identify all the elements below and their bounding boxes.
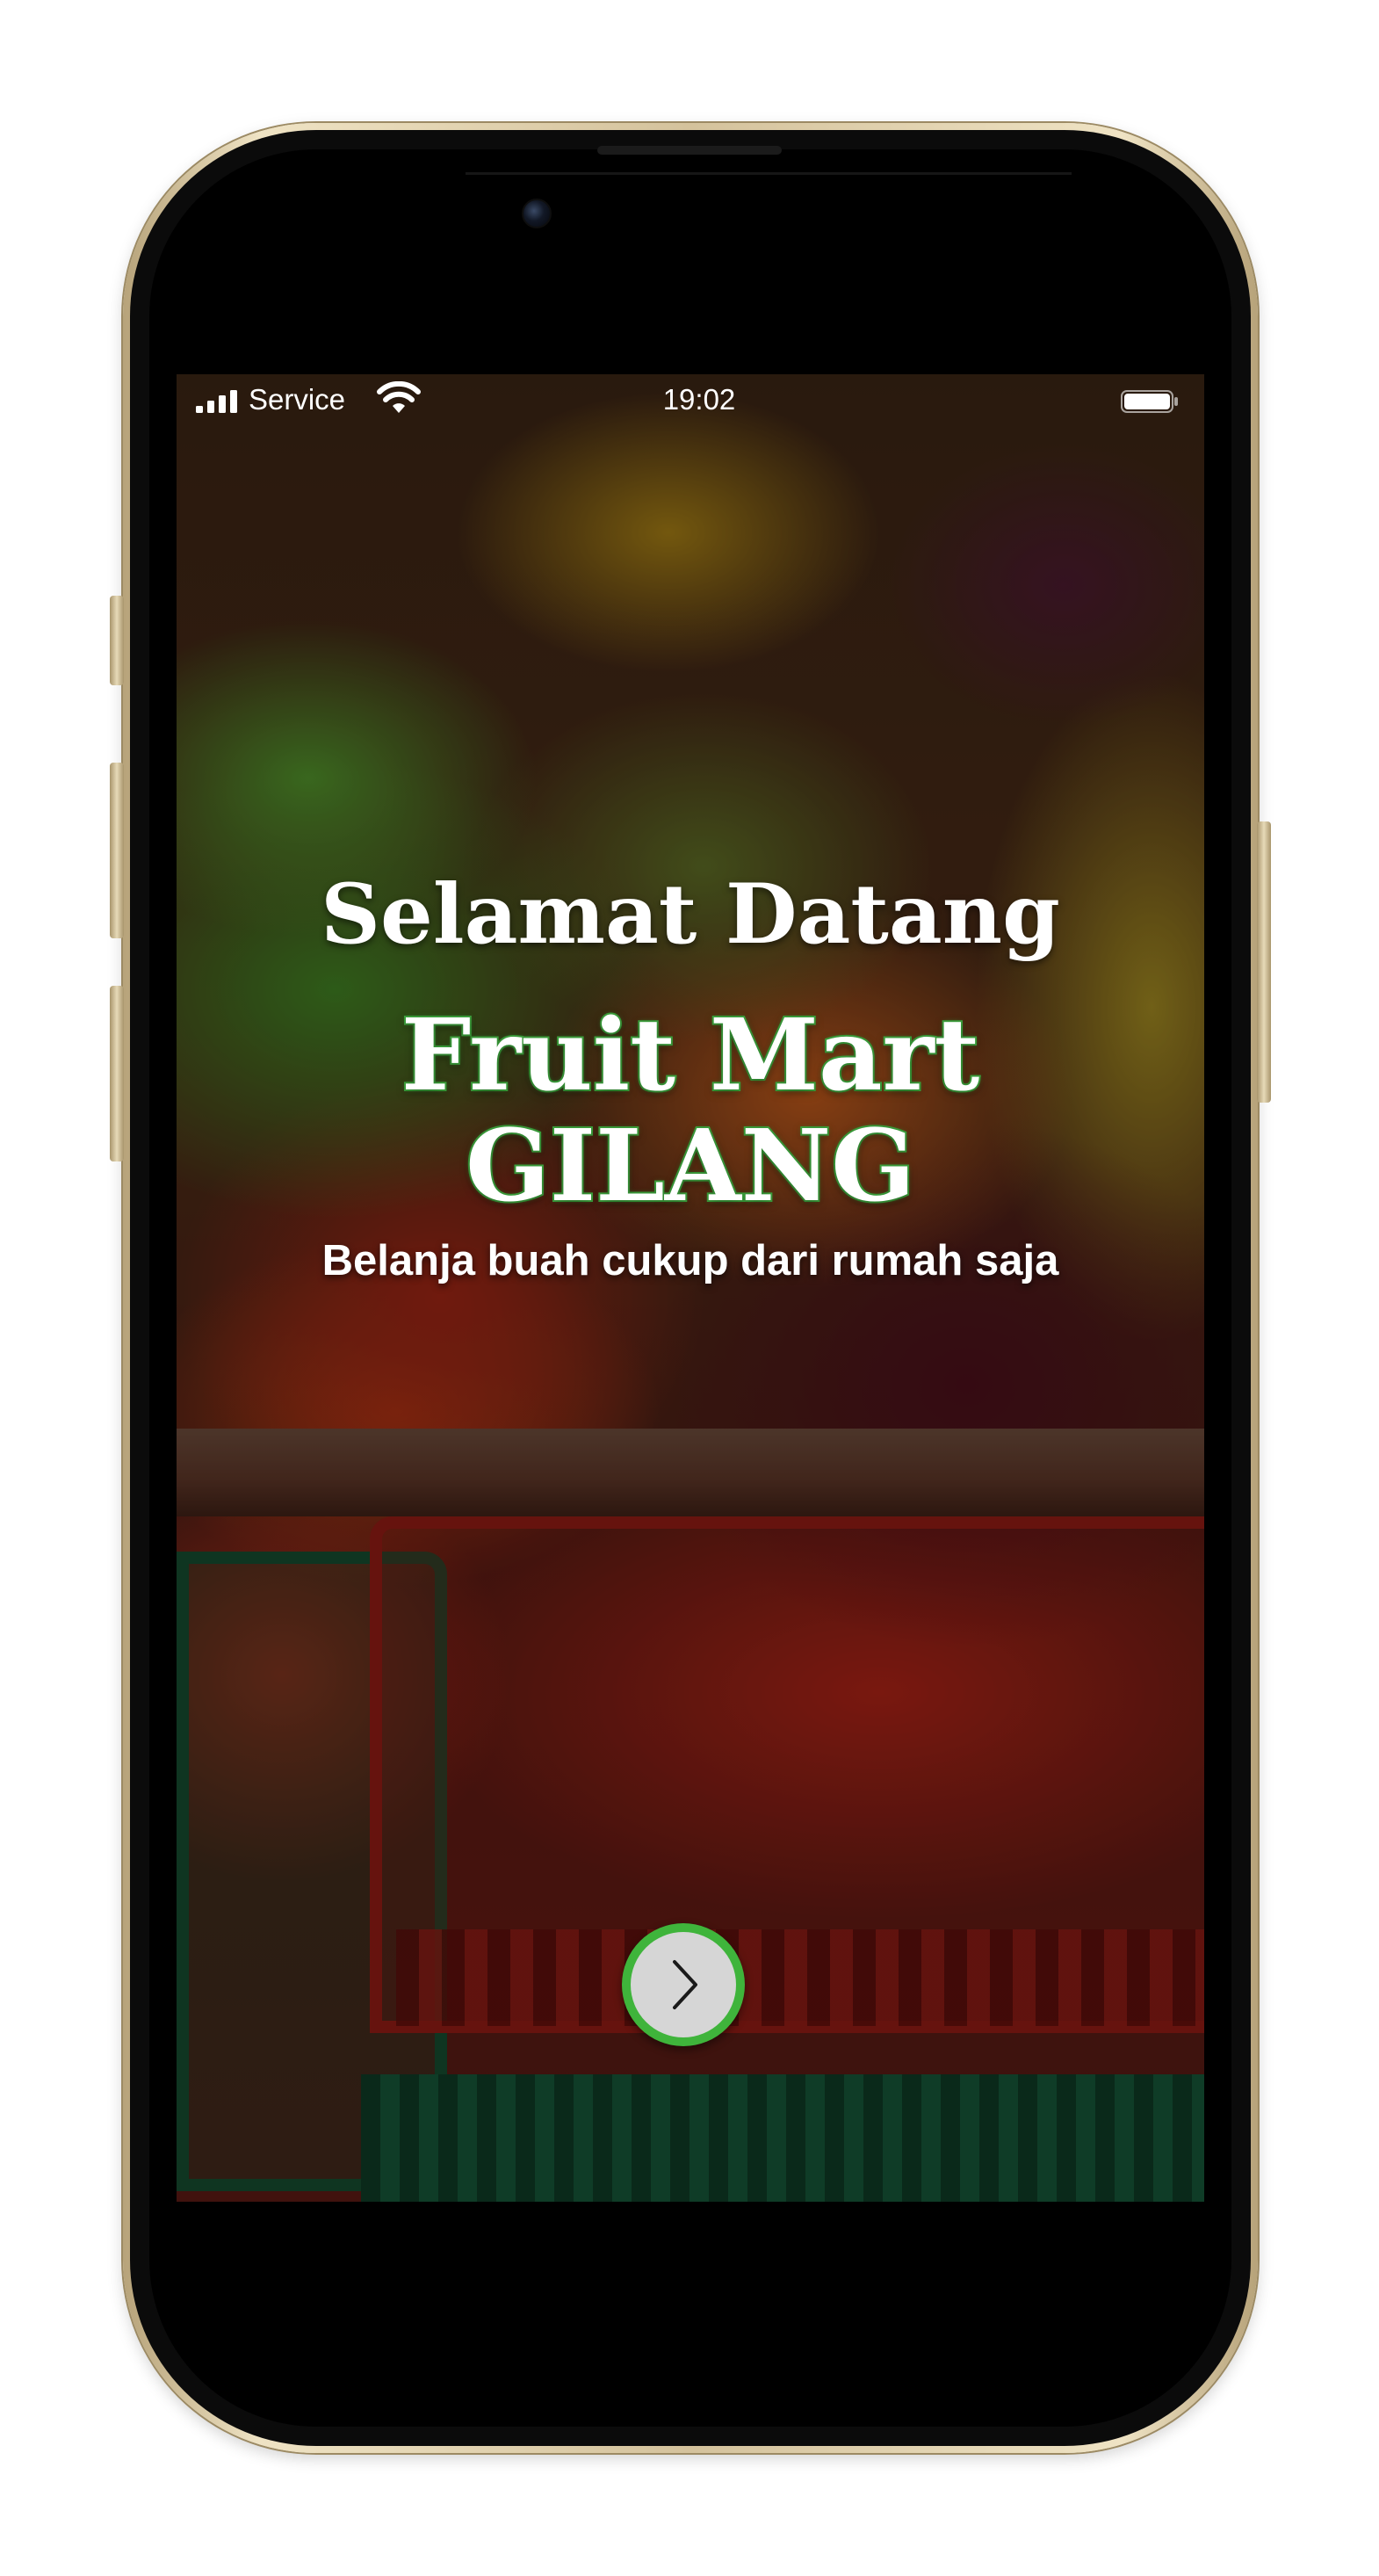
wifi-icon [377,381,421,413]
battery-icon [1121,390,1178,413]
next-button[interactable] [622,1923,745,2046]
power-button [1257,821,1271,1103]
tagline: Belanja buah cukup dari rumah saja [321,1237,1059,1284]
volume-up-button [110,763,124,938]
earpiece-speaker [597,146,782,155]
status-time: 19:02 [662,383,736,416]
bottom-bezel [177,2202,1204,2290]
silent-switch [110,596,124,685]
cellular-signal-icon [196,390,237,413]
sensor-line [466,172,1072,175]
brand-title: Fruit Mart GILANG [177,998,1204,1224]
welcome-screen: Service 19:02 Selamat Datang Fruit Mart … [177,374,1204,2202]
front-camera-icon [522,199,552,228]
welcome-heading: Selamat Datang [321,866,1060,963]
chevron-right-icon [673,1960,697,2009]
volume-down-button [110,986,124,1161]
carrier-label: Service [249,383,346,416]
brand-title-line-1: Fruit Mart [400,998,982,1113]
status-bar: Service 19:02 [177,374,1204,423]
brand-title-line-2: GILANG [464,1109,917,1224]
